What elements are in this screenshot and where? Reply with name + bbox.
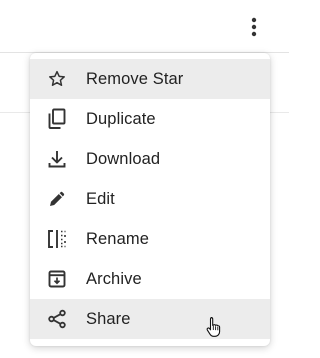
menu-item-download[interactable]: Download (30, 139, 270, 179)
menu-item-rename[interactable]: Rename (30, 219, 270, 259)
menu-item-edit[interactable]: Edit (30, 179, 270, 219)
menu-item-label: Rename (86, 229, 149, 248)
download-icon (46, 148, 68, 170)
archive-icon (46, 268, 68, 290)
copy-icon (46, 108, 68, 130)
menu-item-label: Archive (86, 269, 142, 288)
menu-item-archive[interactable]: Archive (30, 259, 270, 299)
menu-item-duplicate[interactable]: Duplicate (30, 99, 270, 139)
more-options-button[interactable] (240, 12, 268, 42)
menu-item-share[interactable]: Share (30, 299, 270, 339)
menu-item-remove-star[interactable]: Remove Star (30, 59, 270, 99)
menu-item-label: Duplicate (86, 109, 156, 128)
pencil-icon (46, 188, 68, 210)
menu-item-label: Edit (86, 189, 115, 208)
menu-item-label: Remove Star (86, 69, 184, 88)
menu-item-label: Share (86, 309, 131, 328)
context-menu: Remove Star Duplicate Download Edit Rena… (30, 53, 270, 346)
menu-item-label: Download (86, 149, 161, 168)
star-outline-icon (46, 68, 68, 90)
rename-icon (46, 228, 68, 250)
share-icon (46, 308, 68, 330)
hand-pointer-cursor-icon (206, 317, 221, 337)
kebab-menu-icon (251, 17, 257, 37)
page: Remove Star Duplicate Download Edit Rena… (0, 0, 289, 358)
